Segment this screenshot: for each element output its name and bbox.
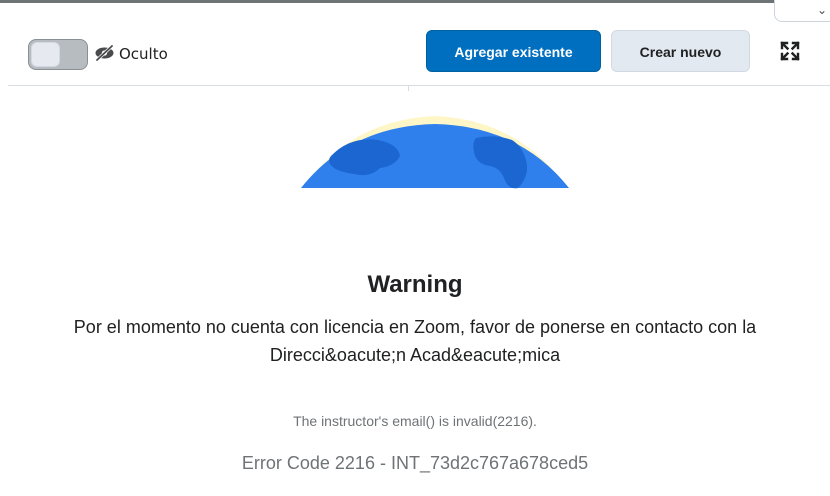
visibility-label: Oculto — [119, 45, 168, 63]
corner-dropdown-button[interactable]: ⌄ — [774, 0, 830, 22]
error-code: Error Code 2216 - INT_73d2c767a678ced5 — [241, 453, 589, 473]
add-existing-button[interactable]: Agregar existente — [426, 30, 601, 72]
header-divider — [8, 85, 830, 86]
divider-tick — [408, 86, 409, 91]
toggle-knob — [31, 42, 60, 67]
visibility-toggle[interactable] — [28, 39, 88, 70]
error-detail: The instructor's email() is invalid(2216… — [293, 413, 537, 429]
chevron-down-icon: ⌄ — [817, 3, 828, 17]
globe-illustration — [301, 116, 569, 189]
warning-message: Por el momento no cuenta con licencia en… — [73, 317, 757, 365]
warning-title: Warning — [367, 271, 463, 298]
fullscreen-icon[interactable] — [780, 41, 800, 61]
top-rule — [0, 0, 830, 3]
eye-off-icon — [95, 44, 114, 62]
create-new-button[interactable]: Crear nuevo — [611, 30, 750, 72]
